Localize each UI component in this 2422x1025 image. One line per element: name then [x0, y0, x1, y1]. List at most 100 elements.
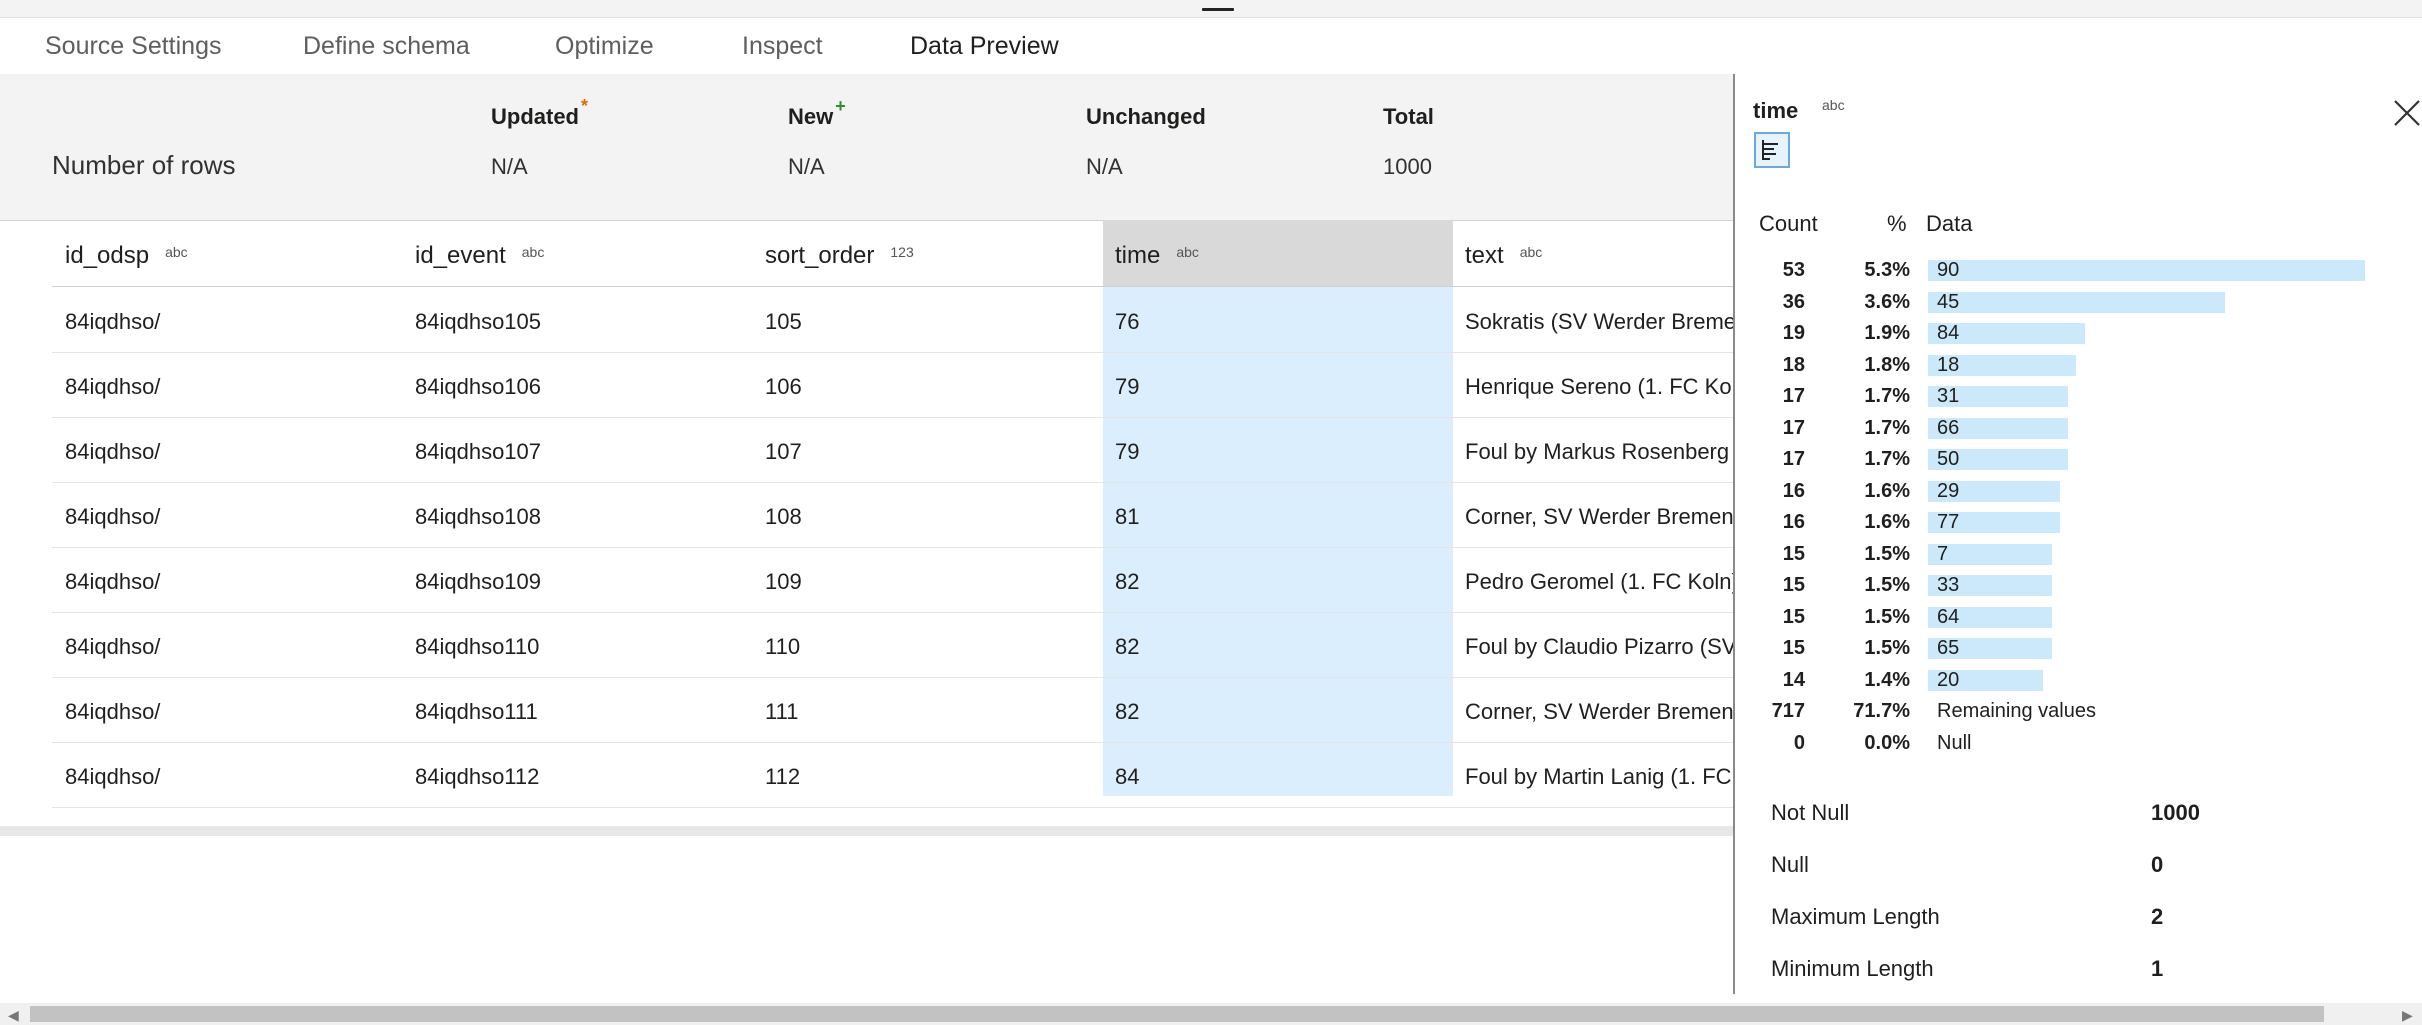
tab-bar: Source Settings Define schema Optimize I… — [0, 18, 2422, 90]
table-row[interactable]: 84iqdhso/84iqdhso108 108 81 Corner, SV Werd… — [52, 482, 1734, 548]
column-header-time[interactable]: time abc — [1115, 242, 1199, 270]
tab-source-settings[interactable]: Source Settings — [45, 32, 222, 72]
panel-column-type: abc — [1822, 97, 1845, 113]
frequency-row: 17 1.7% 50 — [1735, 444, 2422, 475]
tab-optimize[interactable]: Optimize — [555, 32, 654, 72]
frequency-percent: 1.9% — [1864, 322, 1910, 344]
cell-id-odsp: 84iqdhso/ — [65, 439, 161, 464]
table-row[interactable]: 84iqdhso/84iqdhso110 110 82 Foul by Claudio… — [52, 612, 1735, 678]
frequency-row: 17 1.7% 31 — [1735, 381, 2422, 412]
page-horizontal-scrollbar[interactable]: ◀ ▶ — [0, 1003, 2422, 1025]
cell-sort-order: 109 — [765, 569, 802, 594]
tab-data-preview[interactable]: Data Preview — [910, 32, 1059, 72]
frequency-row: 15 1.5% 7 — [1735, 539, 2422, 570]
cell-time: 84 — [1115, 764, 1140, 789]
tab-inspect[interactable]: Inspect — [742, 32, 823, 72]
table-row[interactable]: 84iqdhso/84iqdhso112 112 84 Foul by Martin … — [52, 742, 1733, 808]
column-name: time — [1115, 242, 1161, 269]
frequency-percent: 5.3% — [1864, 259, 1910, 281]
frequency-row: 18 1.8% 18 — [1735, 350, 2422, 381]
frequency-count: 17 — [1782, 385, 1805, 407]
frequency-value: 29 — [1937, 479, 1960, 502]
frequency-row: 0 0.0% Null — [1735, 728, 2422, 759]
frequency-count: 36 — [1782, 290, 1805, 313]
freq-data-header: Data — [1926, 211, 1973, 236]
cell-sort-order: 112 — [765, 764, 801, 789]
frequency-count: 17 — [1782, 416, 1805, 439]
frequency-percent: 1.6% — [1864, 511, 1910, 533]
cell-text: Pedro Geromel (1. FC Koln) — [1465, 569, 1735, 594]
cell-sort-order: 110 — [765, 634, 801, 659]
frequency-percent: 1.7% — [1864, 416, 1910, 439]
frequency-percent: 1.5% — [1864, 574, 1910, 596]
frequency-count: 717 — [1771, 700, 1805, 722]
column-type-tag: abc — [1519, 244, 1543, 260]
chevron-right-icon[interactable]: ▶ — [2402, 1007, 2413, 1024]
column-statistics-panel: time abc Count % Data 53 5.3% 90 36 3.6% 45 19… — [1733, 74, 2422, 994]
cell-time: 76 — [1115, 309, 1140, 334]
column-type-tag: abc — [165, 244, 188, 260]
table-row[interactable]: 84iqdhso/84iqdhso107 107 79 Foul by Markus … — [52, 417, 1733, 483]
cell-text: Foul by Markus Rosenberg — [1465, 439, 1730, 464]
cell-text: Sokratis (SV Werder Bremen — [1465, 309, 1735, 334]
bar-chart-icon[interactable] — [1754, 132, 1790, 168]
cell-id-event: 84iqdhso106 — [415, 374, 542, 399]
table-row[interactable]: 84iqdhso/84iqdhso109 109 82 Pedro Geromel (… — [52, 547, 1735, 613]
cell-sort-order: 106 — [765, 374, 802, 399]
frequency-row: 717 71.7% Remaining values — [1735, 696, 2422, 727]
cell-text: Foul by Claudio Pizarro (SV — [1465, 634, 1735, 659]
frequency-count: 53 — [1782, 259, 1805, 281]
cell-text: Foul by Martin Lanig (1. FC — [1465, 764, 1732, 789]
frequency-value: 84 — [1937, 322, 1960, 344]
unchanged-value: N/A — [1086, 154, 1123, 179]
frequency-row: 36 3.6% 45 — [1735, 287, 2422, 318]
frequency-value: 7 — [1937, 542, 1949, 565]
frequency-count: 18 — [1782, 353, 1805, 376]
column-header-id-odsp[interactable]: id_odsp abc — [65, 242, 188, 270]
frequency-value: 18 — [1937, 353, 1960, 376]
frequency-count: 19 — [1782, 322, 1805, 344]
column-header-text[interactable]: text abc — [1465, 242, 1542, 270]
table-row[interactable]: 84iqdhso/84iqdhso105 105 76 Sokratis (SV We… — [52, 287, 1735, 353]
cell-id-event: 84iqdhso107 — [415, 439, 542, 464]
column-type-tag: abc — [521, 244, 545, 260]
frequency-percent: 1.7% — [1864, 448, 1910, 470]
frequency-row: 15 1.5% 64 — [1735, 602, 2422, 633]
total-value: 1000 — [1383, 154, 1432, 179]
cell-id-event: 84iqdhso108 — [415, 504, 542, 529]
cell-id-odsp: 84iqdhso/ — [65, 569, 161, 594]
grid-horizontal-scrollbar[interactable] — [0, 826, 1733, 836]
panel-resize-bar[interactable] — [0, 0, 2422, 18]
cell-text: Corner, SV Werder Bremen — [1465, 699, 1734, 724]
column-type-tag: 123 — [890, 244, 914, 260]
chevron-left-icon[interactable]: ◀ — [8, 1007, 19, 1024]
frequency-value: 77 — [1937, 511, 1960, 533]
frequency-row: 17 1.7% 66 — [1735, 413, 2422, 444]
stat-label-max-length: Maximum Length — [1771, 904, 1940, 929]
frequency-value: 64 — [1937, 605, 1960, 628]
scrollbar-thumb[interactable] — [30, 1006, 2324, 1022]
panel-column-name: time — [1753, 98, 1799, 123]
frequency-row: 15 1.5% 33 — [1735, 570, 2422, 601]
frequency-count: 0 — [1793, 731, 1805, 754]
stat-label-not-null: Not Null — [1771, 800, 1850, 825]
frequency-percent: 1.5% — [1864, 605, 1910, 628]
frequency-row: 15 1.5% 65 — [1735, 633, 2422, 664]
resize-grip-icon[interactable] — [1202, 8, 1234, 11]
new-value: N/A — [788, 154, 825, 179]
cell-id-event: 84iqdhso111 — [415, 699, 538, 724]
stat-value-null: 0 — [2151, 852, 2164, 877]
updated-header: Updated * — [491, 96, 588, 130]
frequency-value: 33 — [1937, 574, 1960, 596]
frequency-percent: 1.6% — [1864, 479, 1910, 502]
cell-sort-order: 111 — [765, 699, 799, 724]
table-row[interactable]: 84iqdhso/84iqdhso111 111 82 Corner, SV Werd… — [52, 677, 1734, 743]
close-icon[interactable] — [2390, 96, 2422, 130]
column-header-sort-order[interactable]: sort_order 123 — [765, 242, 914, 270]
table-row[interactable]: 84iqdhso/84iqdhso106 106 79 Henrique Sereno… — [52, 352, 1735, 418]
tab-define-schema[interactable]: Define schema — [303, 32, 470, 72]
cell-sort-order: 108 — [765, 504, 802, 529]
column-header-id-event[interactable]: id_event abc — [415, 242, 544, 270]
updated-label: Updated — [491, 104, 579, 129]
cell-id-odsp: 84iqdhso/ — [65, 634, 161, 659]
